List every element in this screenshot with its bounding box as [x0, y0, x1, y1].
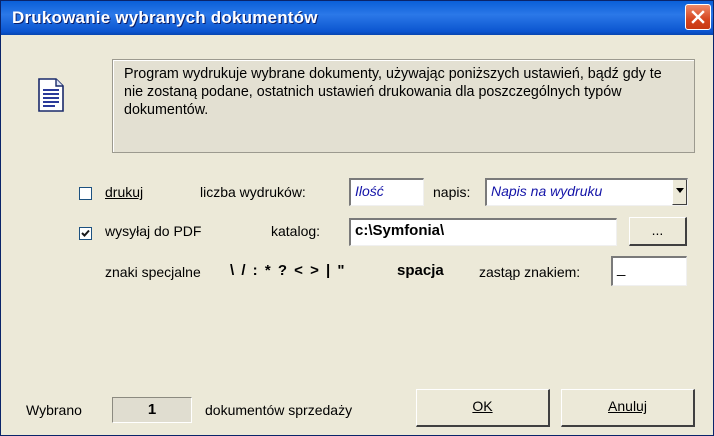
replace-char-input[interactable]: _ — [611, 256, 687, 286]
selected-label: Wybrano — [26, 402, 82, 418]
print-dialog: Drukowanie wybranych dokumentów Program … — [0, 0, 714, 436]
replace-label: zastąp znakiem: — [479, 264, 581, 280]
space-word: spacja — [397, 262, 444, 279]
dropdown-button[interactable] — [672, 180, 687, 205]
browse-button[interactable]: ... — [629, 217, 687, 246]
close-icon — [691, 10, 705, 24]
cancel-button-label: Anuluj — [608, 398, 647, 414]
document-icon — [38, 78, 64, 112]
pdf-checkbox-label[interactable]: wysyłaj do PDF — [105, 223, 201, 239]
info-text: Program wydrukuje wybrane dokumenty, uży… — [124, 66, 662, 118]
copies-label: liczba wydruków: — [200, 184, 306, 200]
browse-button-label: ... — [651, 222, 664, 238]
chevron-down-icon — [676, 188, 684, 193]
copies-placeholder: Ilość — [355, 183, 384, 199]
folder-value: c:\Symfonia\ — [355, 222, 445, 239]
info-panel: Program wydrukuje wybrane dokumenty, uży… — [112, 59, 695, 153]
ok-button[interactable]: OK — [416, 389, 550, 427]
folder-input[interactable]: c:\Symfonia\ — [349, 218, 617, 246]
copies-input[interactable]: Ilość — [349, 178, 424, 206]
window-title: Drukowanie wybranych dokumentów — [12, 8, 318, 27]
caption-label: napis: — [433, 184, 471, 200]
selected-count: 1 — [112, 397, 192, 423]
special-chars-list: \ / : * ? < > | " — [230, 262, 346, 279]
pdf-checkbox[interactable] — [79, 227, 92, 240]
close-button[interactable] — [685, 4, 711, 30]
caption-dropdown[interactable]: Napis na wydruku — [485, 178, 688, 206]
checkmark-icon — [81, 229, 90, 237]
ok-button-label: OK — [472, 398, 493, 414]
cancel-button[interactable]: Anuluj — [561, 389, 695, 427]
print-checkbox[interactable] — [79, 187, 92, 200]
title-bar[interactable]: Drukowanie wybranych dokumentów — [1, 1, 713, 35]
caption-placeholder: Napis na wydruku — [491, 183, 603, 199]
special-chars-label: znaki specjalne — [105, 264, 201, 280]
replace-char-value: _ — [617, 260, 626, 277]
folder-label: katalog: — [271, 223, 321, 239]
print-checkbox-label[interactable]: drukuj — [105, 184, 143, 200]
documents-label: dokumentów sprzedaży — [205, 402, 353, 418]
